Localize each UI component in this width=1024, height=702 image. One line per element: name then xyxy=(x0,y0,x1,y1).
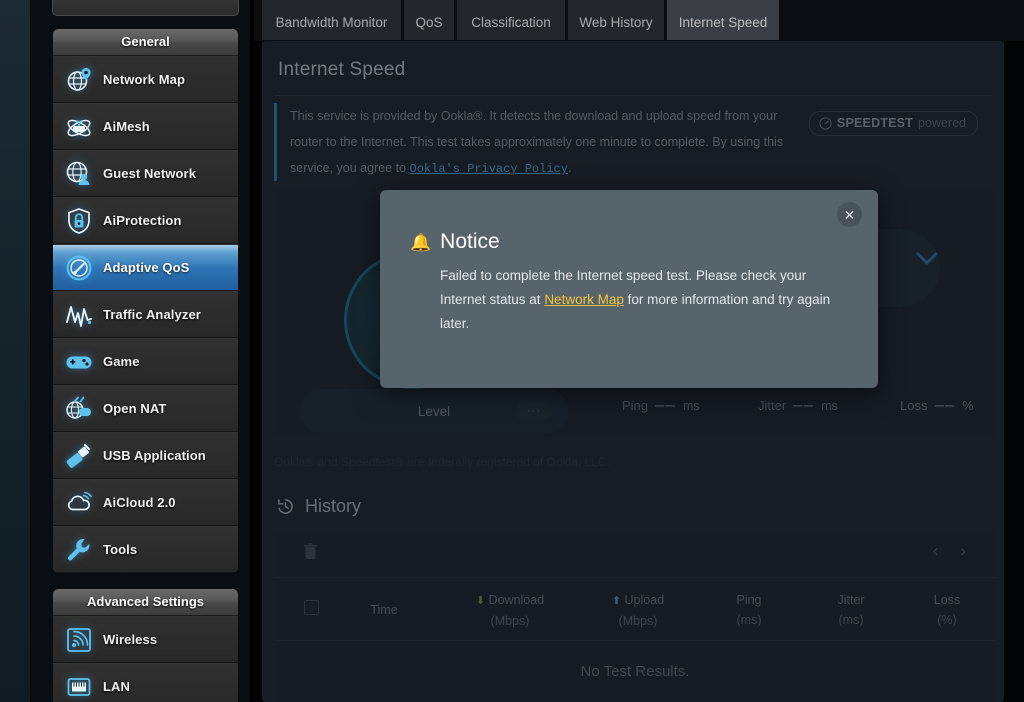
gamepad-icon xyxy=(63,346,95,378)
sidebar-item-adaptive-qos[interactable]: Adaptive QoS xyxy=(53,244,238,291)
app-root: General Network Map AiMesh Guest Network AiP… xyxy=(0,0,1024,702)
sidebar-item-traffic-analyzer[interactable]: Traffic Analyzer xyxy=(53,291,238,338)
sidebar-item-label: Traffic Analyzer xyxy=(103,307,201,322)
sidebar-item-label: AiCloud 2.0 xyxy=(103,495,176,510)
sidebar-item-tools[interactable]: Tools xyxy=(53,526,238,573)
usb-icon xyxy=(63,440,95,472)
sidebar-group-header: Advanced Settings xyxy=(53,589,238,616)
globe-pin-icon xyxy=(63,64,95,96)
bell-icon: 🔔 xyxy=(410,232,432,252)
sidebar-item-open-nat[interactable]: Open NAT xyxy=(53,385,238,432)
sidebar-item-lan[interactable]: LAN xyxy=(53,663,238,702)
notice-title: Notice xyxy=(440,230,500,253)
sidebar-item-usb-application[interactable]: USB Application xyxy=(53,432,238,479)
notice-dialog: ✕ 🔔 Notice Failed to complete the Intern… xyxy=(380,190,878,388)
shield-lock-icon xyxy=(63,205,95,237)
network-map-link[interactable]: Network Map xyxy=(544,292,624,307)
guest-globe-icon xyxy=(63,158,95,190)
waveform-icon xyxy=(63,299,95,331)
aimesh-icon xyxy=(63,111,95,143)
sidebar-top-stub xyxy=(52,0,239,16)
sidebar: General Network Map AiMesh Guest Network AiP… xyxy=(52,0,239,702)
sidebar-group-general: General Network Map AiMesh Guest Network AiP… xyxy=(52,28,239,574)
sidebar-item-label: Game xyxy=(103,354,140,369)
sidebar-item-guest-network[interactable]: Guest Network xyxy=(53,150,238,197)
notice-header: 🔔 Notice xyxy=(410,230,500,254)
cloud-icon xyxy=(63,487,95,519)
sidebar-item-label: Tools xyxy=(103,542,138,557)
sidebar-item-label: AiProtection xyxy=(103,213,182,228)
sidebar-item-aiprotection[interactable]: AiProtection xyxy=(53,197,238,244)
wifi-icon xyxy=(63,624,95,656)
notice-message: Failed to complete the Internet speed te… xyxy=(440,264,840,336)
sidebar-item-game[interactable]: Game xyxy=(53,338,238,385)
lan-icon xyxy=(63,671,95,702)
sidebar-item-label: Open NAT xyxy=(103,401,167,416)
sidebar-item-label: Wireless xyxy=(103,632,158,647)
sidebar-item-label: AiMesh xyxy=(103,119,150,134)
sidebar-item-aimesh[interactable]: AiMesh xyxy=(53,103,238,150)
opennat-icon xyxy=(63,393,95,425)
sidebar-item-label: LAN xyxy=(103,679,131,694)
sidebar-item-label: Guest Network xyxy=(103,166,197,181)
wrench-icon xyxy=(63,534,95,566)
sidebar-item-label: USB Application xyxy=(103,448,206,463)
sidebar-item-label: Adaptive QoS xyxy=(103,260,190,275)
sidebar-group-advanced-settings: Advanced Settings Wireless LAN xyxy=(52,588,239,702)
sidebar-item-label: Network Map xyxy=(103,72,186,87)
sidebar-item-network-map[interactable]: Network Map xyxy=(53,56,238,103)
sidebar-item-aicloud-2-0[interactable]: AiCloud 2.0 xyxy=(53,479,238,526)
close-icon[interactable]: ✕ xyxy=(837,202,862,227)
sidebar-group-header: General xyxy=(53,29,238,56)
speedometer-icon xyxy=(63,252,95,284)
sidebar-item-wireless[interactable]: Wireless xyxy=(53,616,238,663)
